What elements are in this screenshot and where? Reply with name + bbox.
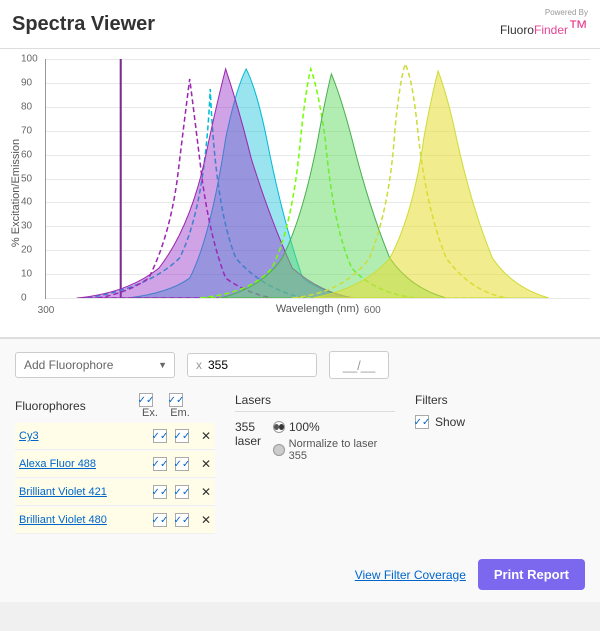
lasers-title: Lasers — [235, 393, 395, 412]
spectra-chart — [46, 59, 590, 298]
y-tick-0: 0 — [21, 293, 27, 304]
add-fluorophore-wrapper: Add Fluorophore — [15, 352, 175, 378]
laser-normalize-option: Normalize to laser 355 — [273, 438, 395, 462]
chart-inner: 100 90 80 70 60 50 40 30 20 10 0 300 600 — [45, 59, 590, 299]
fluoro-col-headers: Fluorophores ✓ Ex. ✓ Em. — [15, 393, 215, 419]
bottom-row: View Filter Coverage Print Report — [15, 551, 585, 590]
laser-input-wrapper: x — [187, 353, 317, 377]
alexa488-ex-checkbox[interactable]: ✓ — [153, 457, 167, 471]
cy3-em-checkbox[interactable]: ✓ — [175, 429, 189, 443]
top-controls-row: Add Fluorophore x __/__ — [15, 351, 585, 379]
filters-title: Filters — [415, 393, 585, 407]
y-tick-60: 60 — [21, 149, 32, 160]
fluoro-row-cy3: Cy3 ✓ ✓ ✕ — [15, 423, 215, 450]
laser-355-row: 355 laser 100% Normalize to laser 355 — [235, 420, 395, 462]
fluoro-name-cy3[interactable]: Cy3 — [19, 430, 153, 442]
add-fluorophore-select[interactable]: Add Fluorophore — [15, 352, 175, 378]
fluoro-checks-alexa488: ✓ ✓ ✕ — [153, 457, 211, 471]
logo-fluoro: Fluoro — [500, 23, 534, 37]
ex-header-checkbox[interactable]: ✓ — [139, 393, 153, 407]
fluoro-checks-bv480: ✓ ✓ ✕ — [153, 513, 211, 527]
filters-show-label: Show — [435, 415, 465, 429]
laser-percent-option: 100% — [273, 420, 395, 434]
laser-wavelength-input[interactable] — [208, 358, 268, 372]
laser-percent-label: 100% — [289, 420, 320, 434]
logo: FluoroFinder™ — [500, 17, 588, 40]
laser-normalize-radio[interactable] — [273, 444, 285, 456]
bv480-delete-icon[interactable]: ✕ — [201, 513, 211, 527]
controls-area: Add Fluorophore x __/__ Fluorophores ✓ E… — [0, 339, 600, 602]
page-title: Spectra Viewer — [12, 13, 155, 36]
filters-show-checkbox[interactable]: ✓ — [415, 415, 429, 429]
laser-355-wavelength: 355 laser — [235, 420, 265, 448]
em-col-header: ✓ Em. — [169, 393, 191, 419]
bv421-delete-icon[interactable]: ✕ — [201, 485, 211, 499]
fluoro-row-bv480: Brilliant Violet 480 ✓ ✓ ✕ — [15, 507, 215, 534]
y-tick-90: 90 — [21, 77, 32, 88]
logo-finder: Finder — [534, 23, 568, 37]
grid-line-0 — [46, 298, 590, 299]
em-header-checkbox[interactable]: ✓ — [169, 393, 183, 407]
fluoro-name-alexa488[interactable]: Alexa Fluor 488 — [19, 458, 153, 470]
x-tick-600: 600 — [364, 305, 381, 316]
y-tick-30: 30 — [21, 221, 32, 232]
bv421-em-checkbox[interactable]: ✓ — [175, 485, 189, 499]
filter-input-box[interactable]: __/__ — [329, 351, 389, 379]
fluoro-checks-cy3: ✓ ✓ ✕ — [153, 429, 211, 443]
laser-clear-icon[interactable]: x — [196, 358, 202, 372]
header: Spectra Viewer Powered By FluoroFinder™ — [0, 0, 600, 49]
laser-percent-radio[interactable] — [273, 421, 285, 433]
x-axis-label: Wavelength (nm) — [45, 303, 590, 315]
fluoro-row-alexa488: Alexa Fluor 488 ✓ ✓ ✕ — [15, 451, 215, 478]
col-spacer: Fluorophores — [15, 399, 139, 413]
main-controls: Fluorophores ✓ Ex. ✓ Em. Cy3 ✓ ✓ ✕ — [15, 393, 585, 535]
fluoro-checks-bv421: ✓ ✓ ✕ — [153, 485, 211, 499]
y-tick-100: 100 — [21, 54, 38, 65]
ex-col-header: ✓ Ex. — [139, 393, 161, 419]
fluoro-name-bv421[interactable]: Brilliant Violet 421 — [19, 486, 153, 498]
bv421-ex-checkbox[interactable]: ✓ — [153, 485, 167, 499]
cy3-delete-icon[interactable]: ✕ — [201, 429, 211, 443]
laser-options: 100% Normalize to laser 355 — [273, 420, 395, 462]
fluorophores-label: Fluorophores — [15, 399, 86, 413]
x-tick-300: 300 — [38, 305, 55, 316]
chart-area: % Excitation/Emission 100 90 80 70 60 50… — [0, 49, 600, 339]
fluoro-row-bv421: Brilliant Violet 421 ✓ ✓ ✕ — [15, 479, 215, 506]
fluoro-name-bv480[interactable]: Brilliant Violet 480 — [19, 514, 153, 526]
alexa488-em-checkbox[interactable]: ✓ — [175, 457, 189, 471]
logo-container: Powered By FluoroFinder™ — [500, 8, 588, 40]
cy3-ex-checkbox[interactable]: ✓ — [153, 429, 167, 443]
y-tick-20: 20 — [21, 245, 32, 256]
print-report-button[interactable]: Print Report — [478, 559, 585, 590]
y-tick-40: 40 — [21, 197, 32, 208]
y-tick-70: 70 — [21, 125, 32, 136]
filters-show-row: ✓ Show — [415, 415, 585, 429]
y-tick-80: 80 — [21, 101, 32, 112]
bv480-ex-checkbox[interactable]: ✓ — [153, 513, 167, 527]
logo-dot: ™ — [568, 17, 588, 39]
bv480-em-checkbox[interactable]: ✓ — [175, 513, 189, 527]
filter-placeholder-text: __/__ — [343, 358, 376, 373]
laser-normalize-label: Normalize to laser 355 — [289, 438, 395, 462]
y-tick-50: 50 — [21, 173, 32, 184]
lasers-panel: Lasers 355 laser 100% Normalize to — [235, 393, 395, 535]
view-filter-coverage-link[interactable]: View Filter Coverage — [355, 568, 466, 582]
y-tick-10: 10 — [21, 269, 32, 280]
filters-panel: Filters ✓ Show — [415, 393, 585, 535]
fluorophores-panel: Fluorophores ✓ Ex. ✓ Em. Cy3 ✓ ✓ ✕ — [15, 393, 215, 535]
alexa488-delete-icon[interactable]: ✕ — [201, 457, 211, 471]
powered-by-text: Powered By — [545, 8, 588, 17]
